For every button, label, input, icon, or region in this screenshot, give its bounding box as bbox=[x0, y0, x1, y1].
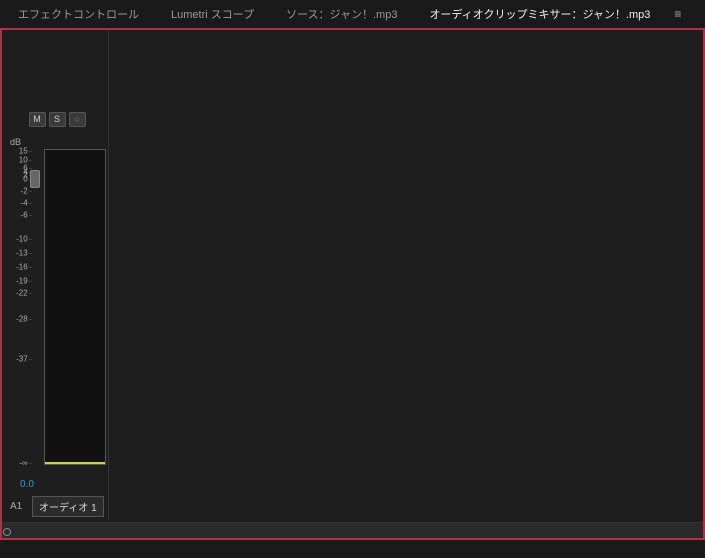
db-tick: -22 bbox=[6, 289, 30, 298]
volume-value[interactable]: 0.0 bbox=[20, 479, 108, 490]
db-tick: -19 bbox=[6, 277, 30, 286]
mute-button[interactable]: M bbox=[29, 112, 46, 127]
db-scale: 15106420-2-4-6-10-13-16-19-22-28-37-∞ bbox=[6, 149, 32, 469]
db-tick: -∞ bbox=[6, 459, 30, 468]
meter-area: 15106420-2-4-6-10-13-16-19-22-28-37-∞ bbox=[6, 149, 108, 469]
db-tick: -6 bbox=[6, 211, 30, 220]
mute-solo-row: M S ○ bbox=[6, 112, 108, 127]
settings-icon[interactable] bbox=[3, 528, 11, 536]
record-button[interactable]: ○ bbox=[69, 112, 86, 127]
db-tick: -2 bbox=[6, 187, 30, 196]
db-tick: -37 bbox=[6, 355, 30, 364]
db-tick: -28 bbox=[6, 315, 30, 324]
track-name-field[interactable]: オーディオ 1 bbox=[32, 496, 104, 517]
db-tick: 15 bbox=[6, 147, 30, 156]
tab-effect-controls[interactable]: エフェクトコントロール bbox=[2, 0, 155, 28]
tab-bar: エフェクトコントロール Lumetri スコープ ソース：ジャン！.mp3 オー… bbox=[0, 0, 705, 28]
tab-lumetri-scopes[interactable]: Lumetri スコープ bbox=[155, 0, 270, 28]
db-tick: 0 bbox=[6, 175, 30, 184]
db-tick: -16 bbox=[6, 263, 30, 272]
fader-track[interactable] bbox=[34, 149, 40, 469]
panel-bottom-bar bbox=[0, 522, 705, 540]
column-separator bbox=[108, 28, 109, 520]
level-meter bbox=[44, 149, 106, 465]
db-tick: -4 bbox=[6, 199, 30, 208]
db-tick: -13 bbox=[6, 249, 30, 258]
db-tick: -10 bbox=[6, 235, 30, 244]
db-label: dB bbox=[10, 137, 108, 147]
fader-handle[interactable] bbox=[30, 170, 40, 188]
tab-source[interactable]: ソース：ジャン！.mp3 bbox=[270, 0, 413, 28]
audio-clip-mixer-panel: M S ○ dB 15106420-2-4-6-10-13-16-19-22-2… bbox=[0, 28, 705, 540]
mixer-track-column: M S ○ dB 15106420-2-4-6-10-13-16-19-22-2… bbox=[6, 38, 108, 538]
meter-peak-line bbox=[45, 462, 105, 464]
track-label-row: A1 オーディオ 1 bbox=[10, 496, 108, 517]
tab-audio-clip-mixer[interactable]: オーディオクリップミキサー：ジャン！.mp3 bbox=[413, 0, 666, 29]
track-id: A1 bbox=[10, 501, 28, 512]
panel-menu-icon[interactable]: ≡ bbox=[668, 3, 687, 25]
solo-button[interactable]: S bbox=[49, 112, 66, 127]
